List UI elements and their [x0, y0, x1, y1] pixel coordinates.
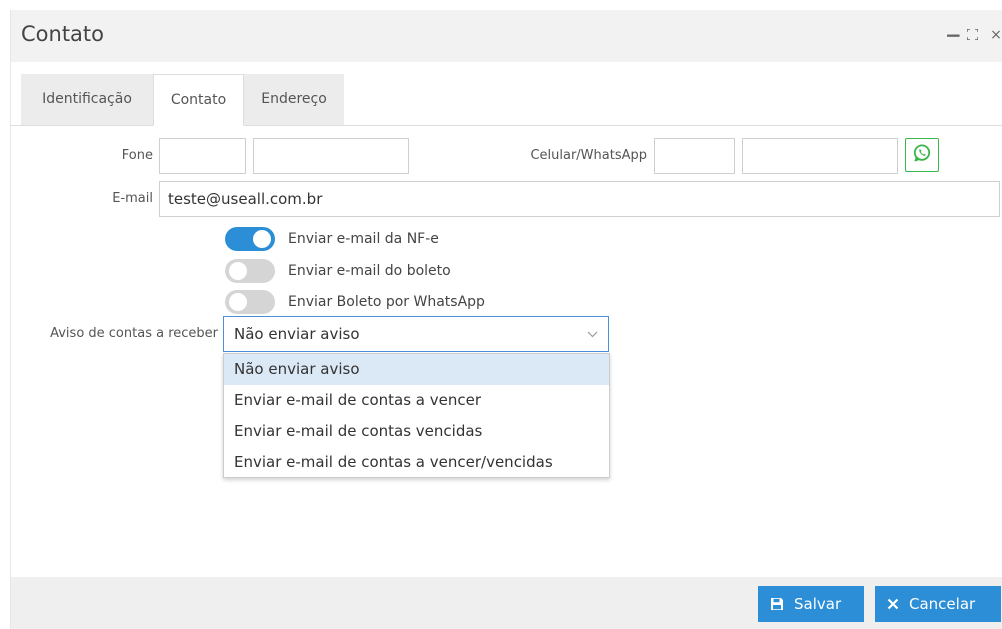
- dialog-footer: Salvar Cancelar: [11, 577, 1002, 629]
- toggle-knob: [253, 230, 271, 248]
- toggle-row-nfe: Enviar e-mail da NF-e: [225, 226, 439, 252]
- tab-identificacao[interactable]: Identificação: [21, 74, 153, 125]
- contato-dialog: Contato − × Identificação Contato Endere…: [10, 10, 1002, 629]
- aviso-label: Aviso de contas a receber: [50, 326, 218, 341]
- toggle-boleto-email[interactable]: [225, 259, 275, 283]
- tab-bar: Identificação Contato Endereço: [11, 74, 1002, 126]
- toggle-whatsapp-label: Enviar Boleto por WhatsApp: [288, 294, 485, 310]
- x-icon: [887, 598, 899, 610]
- fone-label: Fone: [121, 148, 153, 163]
- window-controls: − ×: [945, 24, 1002, 46]
- toggle-knob: [229, 262, 247, 280]
- aviso-select[interactable]: Não enviar aviso: [223, 316, 609, 352]
- dialog-titlebar: Contato − ×: [11, 10, 1002, 62]
- fone-number-input[interactable]: [253, 138, 409, 174]
- celular-ddd-input[interactable]: [654, 138, 735, 174]
- toggle-row-boleto: Enviar e-mail do boleto: [225, 258, 451, 284]
- toggle-boleto-label: Enviar e-mail do boleto: [288, 263, 451, 279]
- toggle-nfe-label: Enviar e-mail da NF-e: [288, 231, 439, 247]
- tab-endereco[interactable]: Endereço: [244, 74, 344, 125]
- tab-contato[interactable]: Contato: [153, 74, 244, 126]
- chevron-down-icon: [587, 317, 598, 351]
- aviso-dropdown-list: Não enviar aviso Enviar e-mail de contas…: [223, 353, 610, 478]
- celular-number-input[interactable]: [742, 138, 898, 174]
- whatsapp-button[interactable]: [905, 138, 939, 172]
- email-label: E-mail: [112, 191, 153, 206]
- close-icon[interactable]: ×: [989, 24, 1002, 46]
- email-input[interactable]: teste@useall.com.br: [159, 181, 1000, 217]
- celular-label: Celular/WhatsApp: [530, 148, 647, 163]
- maximize-icon[interactable]: [967, 24, 981, 46]
- cancel-button[interactable]: Cancelar: [875, 586, 1001, 622]
- dialog-title: Contato: [21, 22, 105, 46]
- toggle-knob: [229, 293, 247, 311]
- aviso-option-nao-enviar[interactable]: Não enviar aviso: [224, 354, 609, 385]
- toggle-boleto-whatsapp[interactable]: [225, 290, 275, 314]
- aviso-option-a-vencer[interactable]: Enviar e-mail de contas a vencer: [224, 385, 609, 416]
- toggle-nfe-email[interactable]: [225, 227, 275, 251]
- fone-ddd-input[interactable]: [159, 138, 246, 174]
- minimize-icon[interactable]: −: [945, 24, 962, 46]
- save-button[interactable]: Salvar: [758, 586, 864, 622]
- toggle-row-whatsapp: Enviar Boleto por WhatsApp: [225, 289, 485, 315]
- save-button-label: Salvar: [794, 595, 842, 613]
- aviso-option-vencidas[interactable]: Enviar e-mail de contas vencidas: [224, 416, 609, 447]
- cancel-button-label: Cancelar: [909, 595, 976, 613]
- floppy-disk-icon: [770, 597, 784, 611]
- aviso-option-a-vencer-vencidas[interactable]: Enviar e-mail de contas a vencer/vencida…: [224, 447, 609, 478]
- whatsapp-icon: [912, 143, 932, 167]
- aviso-selected-value: Não enviar aviso: [234, 325, 360, 343]
